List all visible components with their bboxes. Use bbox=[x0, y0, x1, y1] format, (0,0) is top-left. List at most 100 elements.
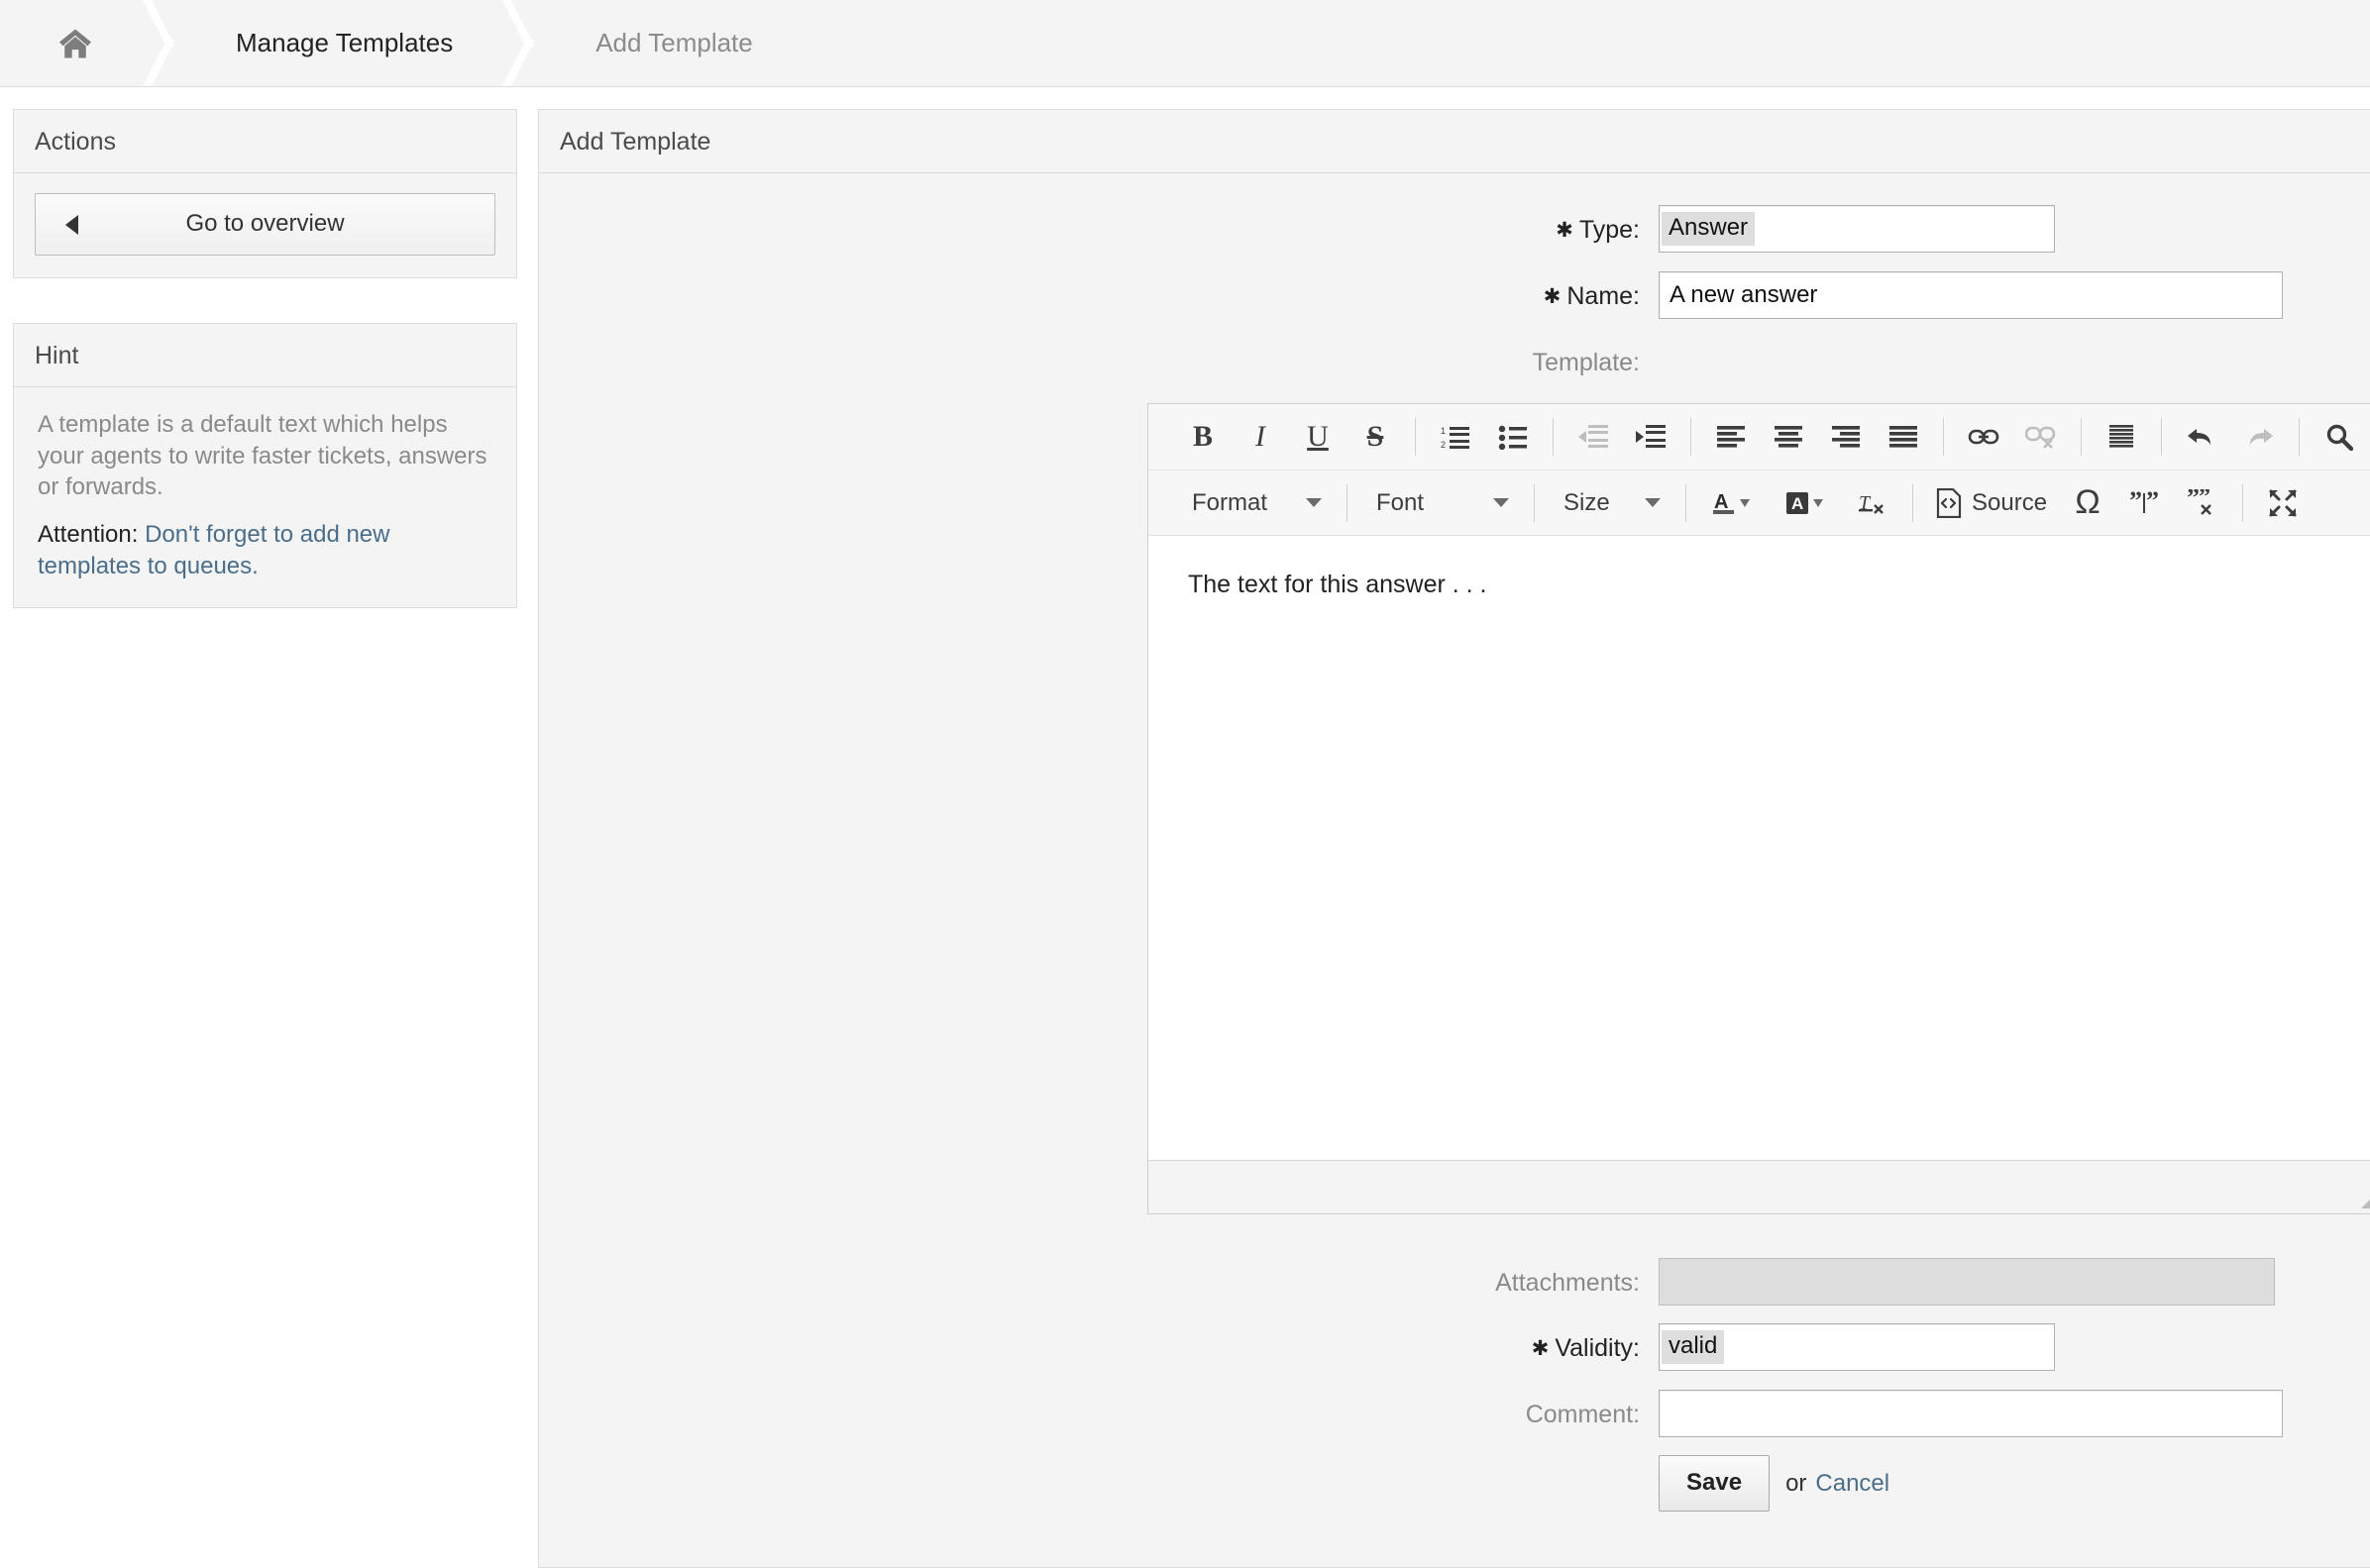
align-justify-icon[interactable] bbox=[1881, 414, 1926, 460]
svg-text:”: ” bbox=[2129, 489, 2142, 515]
bold-icon[interactable]: B bbox=[1180, 414, 1226, 460]
split-quote-icon[interactable]: ” ” bbox=[2122, 480, 2168, 526]
comment-label: Comment: bbox=[1525, 1401, 1640, 1428]
breadcrumb-item-add-template[interactable]: Add Template bbox=[550, 0, 797, 86]
name-input[interactable] bbox=[1659, 271, 2283, 319]
font-combo-label: Font bbox=[1376, 488, 1425, 516]
add-template-form: ✱Type: Answer ✱Name: Template: bbox=[539, 173, 2370, 1567]
field-row-attachments: Attachments: bbox=[539, 1258, 2370, 1307]
blockquote-lines-icon[interactable] bbox=[2099, 414, 2144, 460]
type-select[interactable]: Answer bbox=[1659, 205, 2055, 253]
actions-title: Actions bbox=[14, 110, 516, 173]
editor-row: B I U S 1 2 Format Font Size A A T Sourc… bbox=[539, 403, 2370, 1214]
hint-body: A template is a default text which helps… bbox=[14, 387, 516, 607]
editor-resize-handle[interactable] bbox=[2361, 1187, 2370, 1208]
align-center-icon[interactable] bbox=[1766, 414, 1811, 460]
actions-widget: Actions Go to overview bbox=[13, 109, 517, 278]
toolbar-divider bbox=[2081, 418, 2082, 456]
comment-input[interactable] bbox=[1659, 1390, 2283, 1437]
svg-text:A: A bbox=[1791, 494, 1803, 513]
rich-text-editor: B I U S 1 2 Format Font Size A A T Sourc… bbox=[1147, 403, 2370, 1214]
bottom-form: Attachments: ✱ Validity: valid Comment: … bbox=[539, 1258, 2370, 1512]
home-icon bbox=[57, 28, 93, 59]
chevron-down-icon bbox=[1493, 498, 1509, 507]
name-label: ✱ Name: bbox=[1543, 282, 1640, 310]
toolbar-divider bbox=[1943, 418, 1944, 456]
remove-format-icon[interactable]: T bbox=[1850, 480, 1895, 526]
hint-title: Hint bbox=[14, 324, 516, 387]
required-star-icon: ✱ bbox=[1543, 285, 1562, 308]
redo-icon bbox=[2236, 414, 2282, 460]
maximize-icon[interactable] bbox=[2260, 480, 2306, 526]
editor-toolbar-row-1: B I U S 1 2 bbox=[1148, 404, 2370, 470]
field-row-type: ✱ Type: Answer bbox=[539, 205, 2370, 256]
editor-content-area[interactable]: The text for this answer . . . bbox=[1148, 536, 2370, 1160]
field-row-validity: ✱ Validity: valid bbox=[539, 1323, 2370, 1374]
validity-select[interactable]: valid bbox=[1659, 1323, 2055, 1371]
size-combo-label: Size bbox=[1563, 488, 1610, 516]
toolbar-divider bbox=[2299, 418, 2300, 456]
or-label: or bbox=[1785, 1469, 1807, 1497]
align-left-icon[interactable] bbox=[1708, 414, 1754, 460]
link-icon[interactable] bbox=[1961, 414, 2006, 460]
hint-text: A template is a default text which helps… bbox=[38, 411, 487, 501]
field-row-comment: Comment: bbox=[539, 1390, 2370, 1439]
numbered-list-icon[interactable]: 1 2 bbox=[1433, 414, 1478, 460]
toolbar-divider bbox=[1534, 483, 1535, 522]
svg-text:2: 2 bbox=[1441, 440, 1446, 450]
chevron-down-icon bbox=[1306, 498, 1322, 507]
toolbar-divider bbox=[2242, 483, 2244, 522]
svg-text:A: A bbox=[1714, 491, 1728, 513]
find-icon[interactable] bbox=[2316, 414, 2362, 460]
strikethrough-icon[interactable]: S bbox=[1352, 414, 1398, 460]
editor-paragraph: The text for this answer . . . bbox=[1188, 571, 1487, 598]
size-combo[interactable]: Size bbox=[1550, 480, 1670, 526]
go-to-overview-button[interactable]: Go to overview bbox=[35, 193, 495, 256]
attachments-input[interactable] bbox=[1659, 1258, 2275, 1306]
template-label: Template: bbox=[1532, 349, 1640, 376]
font-combo[interactable]: Font bbox=[1362, 480, 1519, 526]
remove-quote-icon[interactable]: ” ” bbox=[2180, 480, 2225, 526]
source-label: Source bbox=[1972, 488, 2048, 516]
toolbar-divider bbox=[1415, 418, 1416, 456]
type-selected-option: Answer bbox=[1662, 212, 1756, 246]
breadcrumb-home[interactable] bbox=[0, 0, 137, 86]
page-title: Add Template bbox=[539, 110, 2370, 173]
outdent-icon bbox=[1570, 414, 1616, 460]
field-row-name: ✱ Name: bbox=[539, 271, 2370, 322]
underline-icon[interactable]: U bbox=[1295, 414, 1341, 460]
validity-label: ✱ Validity: bbox=[1531, 1334, 1640, 1362]
italic-icon[interactable]: I bbox=[1238, 414, 1283, 460]
editor-toolbar-row-2: Format Font Size A A T Source Ω ” ” ” ” bbox=[1148, 470, 2370, 535]
type-label: ✱ Type: bbox=[1556, 216, 1640, 244]
breadcrumb-label: Add Template bbox=[595, 28, 753, 57]
validity-selected-option: valid bbox=[1662, 1330, 1725, 1364]
breadcrumb-label: Manage Templates bbox=[236, 28, 454, 57]
add-template-panel: Add Template ✱ Type: Answer ✱ Name: A ne… bbox=[538, 109, 2370, 1568]
toolbar-divider bbox=[1690, 418, 1691, 456]
actions-body: Go to overview bbox=[14, 173, 516, 277]
background-color-icon[interactable]: A bbox=[1777, 480, 1838, 526]
bulleted-list-icon[interactable] bbox=[1490, 414, 1536, 460]
save-button[interactable]: Save bbox=[1659, 1455, 1771, 1512]
source-button[interactable]: Source bbox=[1928, 480, 2055, 526]
svg-text:”: ” bbox=[2146, 489, 2159, 515]
editor-footer bbox=[1148, 1160, 2370, 1213]
breadcrumb-item-manage-templates[interactable]: Manage Templates bbox=[190, 0, 496, 86]
toolbar-divider bbox=[2161, 418, 2162, 456]
page-body: Actions Go to overview Hint A template i… bbox=[0, 87, 2370, 1568]
hint-attention: Attention: Don't forget to add new templ… bbox=[38, 519, 492, 581]
breadcrumb-separator bbox=[496, 0, 550, 86]
field-row-template: Template: bbox=[539, 338, 2370, 387]
attachments-label: Attachments: bbox=[1495, 1269, 1640, 1297]
cancel-link[interactable]: Cancel bbox=[1815, 1470, 1889, 1498]
align-right-icon[interactable] bbox=[1823, 414, 1869, 460]
format-combo[interactable]: Format bbox=[1178, 480, 1332, 526]
text-color-icon[interactable]: A bbox=[1703, 480, 1765, 526]
caret-left-icon bbox=[65, 214, 78, 235]
undo-icon[interactable] bbox=[2179, 414, 2224, 460]
indent-icon[interactable] bbox=[1628, 414, 1673, 460]
required-star-icon: ✱ bbox=[1556, 219, 1573, 242]
omega-special-character-icon[interactable]: Ω bbox=[2065, 480, 2110, 526]
breadcrumb-separator bbox=[137, 0, 190, 86]
